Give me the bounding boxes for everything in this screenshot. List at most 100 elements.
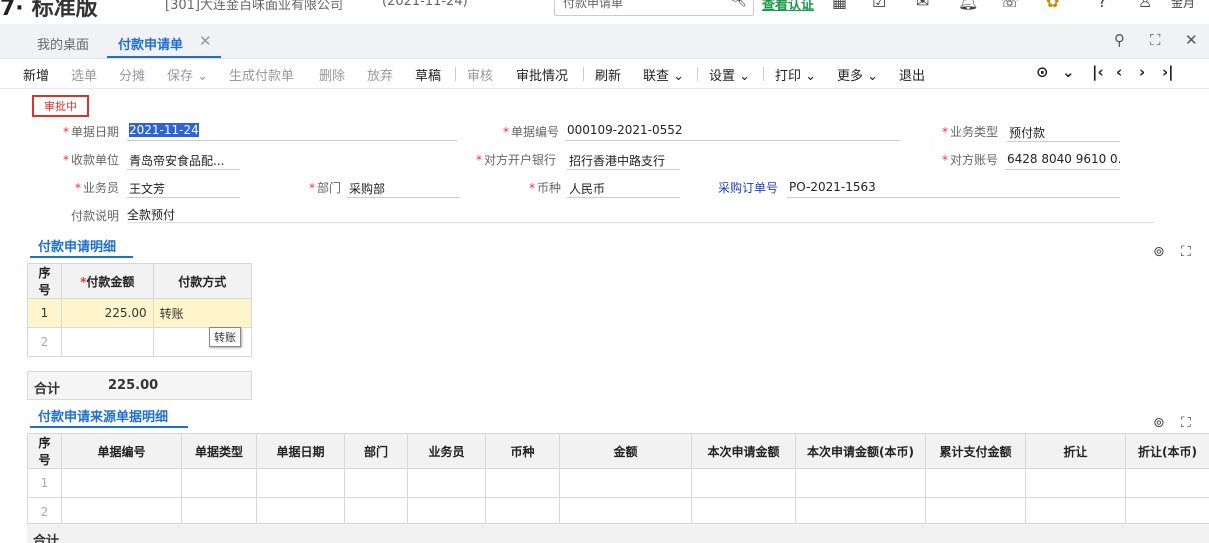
po-label[interactable]: 采购订单号 xyxy=(718,179,778,196)
table-cell[interactable] xyxy=(692,469,796,498)
account-label: *对方账号 xyxy=(942,151,998,168)
desc-field[interactable]: 全款预付 xyxy=(127,206,175,223)
table-cell[interactable] xyxy=(408,469,486,498)
close-icon[interactable]: ✕ xyxy=(1185,31,1198,49)
toolbar-divider xyxy=(763,67,764,81)
payee-field[interactable]: 青岛帝安食品配... xyxy=(127,150,240,170)
biz-type-field[interactable]: 预付款 xyxy=(1007,122,1120,142)
table-row[interactable]: 1 xyxy=(28,469,1209,498)
chevron-down-icon: ⌄ xyxy=(801,69,816,84)
table-cell[interactable] xyxy=(182,469,257,498)
delete-button[interactable]: 删除 xyxy=(319,65,345,84)
new-button[interactable]: 新增 xyxy=(23,65,49,84)
settings-label: 设置 xyxy=(709,69,735,84)
prev-record-icon[interactable]: ‹ xyxy=(1116,63,1122,81)
doc-date-value: 2021-11-24 xyxy=(129,123,199,137)
abandon-button[interactable]: 放弃 xyxy=(367,65,393,84)
col-header: 折让 xyxy=(1026,434,1126,469)
table-cell[interactable] xyxy=(486,469,560,498)
table-cell[interactable] xyxy=(62,469,182,498)
col-header: 折让(本币) xyxy=(1126,434,1209,469)
method-cell[interactable]: 转账 xyxy=(153,299,251,328)
chevron-down-icon[interactable]: ⌄ xyxy=(1062,63,1075,81)
col-header: 部门 xyxy=(345,434,408,469)
account-field[interactable]: 6428 8040 9610 0... xyxy=(1005,150,1120,170)
tooltip: 转账 xyxy=(209,327,241,347)
bell-icon[interactable]: 🔔︎ xyxy=(958,0,978,11)
search-input[interactable]: 付款申请单 🔍︎ xyxy=(554,0,754,16)
close-tab-icon[interactable]: ✕ xyxy=(199,32,212,50)
search-icon[interactable]: ⚲ xyxy=(1114,31,1125,49)
status-badge: 审批中 xyxy=(32,95,89,117)
expand-icon[interactable]: ⛶ xyxy=(1181,244,1191,260)
more-button[interactable]: 更多 ⌄ xyxy=(837,65,878,84)
checklist-icon[interactable]: ☑ xyxy=(872,0,886,11)
chevron-down-icon: ⌄ xyxy=(735,69,750,84)
chevron-down-icon: ⌄ xyxy=(669,69,684,84)
help-icon[interactable]: ? xyxy=(1098,0,1107,11)
draft-button[interactable]: 草稿 xyxy=(415,65,441,84)
audit-button[interactable]: 审核 xyxy=(467,65,493,84)
currency-label: *币种 xyxy=(529,179,561,196)
location-pin-icon[interactable]: ⊚ xyxy=(1153,415,1165,431)
company-name: [301]大连金百味面业有限公司 xyxy=(165,0,343,13)
amount-cell[interactable] xyxy=(61,328,153,357)
location-pin-icon[interactable]: ⊚ xyxy=(1153,244,1165,260)
row-index: 1 xyxy=(28,469,62,498)
linked-query-button[interactable]: 联查 ⌄ xyxy=(643,65,684,84)
tab-desktop[interactable]: 我的桌面 xyxy=(37,34,89,53)
table-cell[interactable] xyxy=(345,469,408,498)
table-cell[interactable] xyxy=(257,469,345,498)
toolbar: 新增 选单 分摊 保存 ⌄ 生成付款单 删除 放弃 草稿 审核 审批情况 刷新 … xyxy=(0,59,1209,89)
message-icon[interactable]: ✉ xyxy=(916,0,929,11)
next-record-icon[interactable]: › xyxy=(1139,63,1145,81)
mascot-icon[interactable]: ✿ xyxy=(1046,0,1059,11)
refresh-button[interactable]: 刷新 xyxy=(595,65,621,84)
building-icon[interactable]: ▦ xyxy=(832,0,847,11)
total-value: 225.00 xyxy=(108,378,158,393)
desc-label: 付款说明 xyxy=(71,207,119,224)
doc-no-label: *单据编号 xyxy=(503,123,559,140)
auth-link[interactable]: 查看认证 xyxy=(762,0,814,13)
phone-icon[interactable]: ☏ xyxy=(1000,0,1020,11)
table-row[interactable]: 1 225.00 转账 xyxy=(28,299,252,328)
search-icon[interactable]: 🔍︎ xyxy=(729,0,747,8)
bank-field[interactable]: 招行香港中路支行 xyxy=(567,150,680,170)
dept-field[interactable]: 采购部 xyxy=(347,178,460,198)
currency-field[interactable]: 人民币 xyxy=(567,178,680,198)
select-button[interactable]: 选单 xyxy=(71,65,97,84)
user-name[interactable]: 金月 xyxy=(1171,0,1195,11)
detail-section-title[interactable]: 付款申请明细 xyxy=(38,236,116,255)
split-button[interactable]: 分摊 xyxy=(119,65,145,84)
table-cell[interactable] xyxy=(1126,469,1209,498)
generate-payment-button[interactable]: 生成付款单 xyxy=(229,65,294,84)
approval-status-button[interactable]: 审批情况 xyxy=(516,65,568,84)
fullscreen-icon[interactable]: ⛶ xyxy=(1150,31,1161,49)
table-cell[interactable] xyxy=(926,469,1026,498)
section-underline xyxy=(30,426,188,428)
staff-field[interactable]: 王文芳 xyxy=(127,178,240,198)
table-cell[interactable] xyxy=(560,469,692,498)
user-icon[interactable]: ♙ xyxy=(1138,0,1152,11)
amount-cell[interactable]: 225.00 xyxy=(61,299,153,328)
table-cell[interactable] xyxy=(796,469,926,498)
table-cell[interactable] xyxy=(1026,469,1126,498)
section-underline xyxy=(30,256,133,258)
source-section-title[interactable]: 付款申请来源单据明细 xyxy=(38,406,168,425)
po-field[interactable]: PO-2021-1563 xyxy=(787,178,1120,198)
exit-button[interactable]: 退出 xyxy=(899,65,925,84)
desc-underline xyxy=(127,222,1154,223)
payee-label-text: 收款单位 xyxy=(71,153,119,167)
doc-no-field[interactable]: 000109-2021-0552 xyxy=(565,121,900,141)
settings-button[interactable]: 设置 ⌄ xyxy=(709,65,750,84)
expand-icon[interactable]: ⛶ xyxy=(1181,415,1191,431)
first-record-icon[interactable]: |‹ xyxy=(1092,63,1104,81)
doc-date-field[interactable]: 2021-11-24 xyxy=(127,121,457,141)
col-header: 单据编号 xyxy=(62,434,182,469)
print-button[interactable]: 打印 ⌄ xyxy=(775,65,816,84)
tab-payment-request[interactable]: 付款申请单 xyxy=(118,34,183,53)
last-record-icon[interactable]: ›| xyxy=(1162,63,1174,81)
col-header: 本次申请金额(本币) xyxy=(796,434,926,469)
save-button[interactable]: 保存 ⌄ xyxy=(167,65,208,84)
scan-search-icon[interactable]: ⊙ xyxy=(1036,63,1049,81)
